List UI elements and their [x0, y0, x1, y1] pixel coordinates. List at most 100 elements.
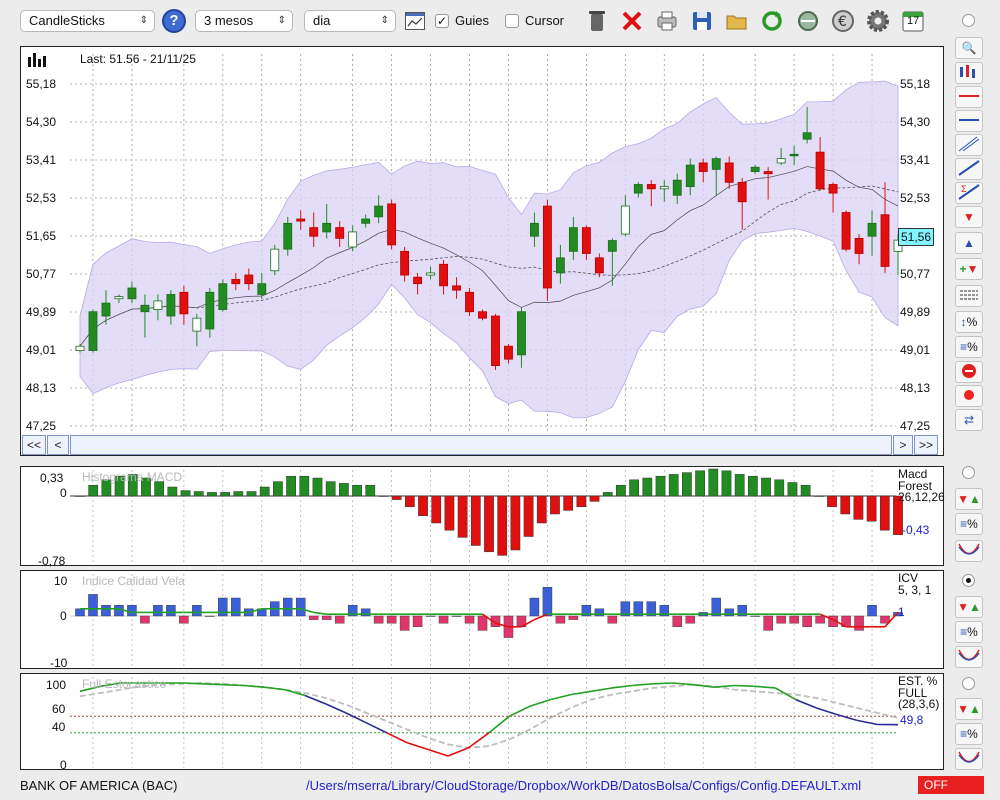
calendar-icon[interactable]: 17: [900, 8, 926, 34]
stoch-params: (28,3,6): [898, 697, 940, 711]
stoch-y-100: 100: [46, 678, 67, 692]
stoch-k-segment: [182, 682, 203, 685]
delete-icon[interactable]: [619, 8, 645, 34]
candle-body: [854, 237, 864, 254]
date-axis-bar[interactable]: [70, 435, 892, 455]
macd-bar: [853, 495, 864, 520]
stoch-k-segment: [406, 741, 428, 751]
icv-percent-icon[interactable]: ≡%: [955, 621, 983, 643]
zoom-icon[interactable]: 🔍: [955, 37, 983, 59]
percent-range-icon[interactable]: ↕%: [955, 311, 983, 333]
printer-icon[interactable]: [654, 8, 680, 34]
chart-type-select[interactable]: CandleSticks ⇕: [20, 10, 155, 32]
stoch-percent-icon[interactable]: ≡%: [955, 723, 983, 745]
macd-bar: [668, 474, 679, 497]
macd-panel-title: Histograma MACD: [82, 470, 183, 484]
macd-curve-icon[interactable]: [955, 540, 983, 562]
guides-checkbox[interactable]: ✓: [435, 14, 449, 28]
icv-bar: [153, 605, 163, 617]
y-tick-left: 54,30: [26, 115, 56, 129]
y-tick-left: 47,25: [26, 419, 56, 433]
chart-window-icon[interactable]: [405, 12, 425, 30]
up-arrow-icon[interactable]: ▲: [955, 232, 983, 254]
guides-label: Guies: [455, 13, 489, 28]
stoch-k-segment: [488, 715, 510, 734]
macd-bar: [484, 495, 494, 553]
macd-bar: [682, 472, 692, 497]
nav-last-button[interactable]: >>: [914, 435, 938, 455]
macd-bar: [391, 495, 402, 500]
macd-signals-icon[interactable]: ▼▲: [955, 488, 983, 510]
candle-body: [166, 294, 176, 317]
record-icon[interactable]: [955, 385, 983, 407]
stoch-panel-radio[interactable]: [962, 677, 975, 690]
grid-lines-icon[interactable]: [955, 285, 983, 307]
macd-bar: [88, 484, 99, 497]
macd-percent-icon[interactable]: ≡%: [955, 513, 983, 535]
save-icon[interactable]: [689, 8, 715, 34]
icv-bar: [451, 615, 462, 617]
candle-body: [646, 184, 656, 190]
add-signals-icon[interactable]: +▼: [955, 258, 983, 280]
horizontal-blue-line-icon[interactable]: [955, 110, 983, 132]
macd-bar: [246, 491, 257, 497]
candle-body: [607, 240, 617, 252]
macd-bar: [404, 495, 415, 508]
icv-bar: [140, 615, 150, 624]
macd-bar: [365, 484, 376, 497]
stoch-curve-icon[interactable]: [955, 748, 983, 770]
candle-body: [543, 205, 552, 289]
candle-body: [127, 287, 137, 300]
candle-type-icon[interactable]: [955, 62, 983, 84]
main-panel-radio[interactable]: [962, 14, 975, 27]
stop-icon[interactable]: [955, 361, 983, 383]
trash-icon[interactable]: [584, 8, 610, 34]
macd-bar: [339, 483, 349, 497]
currency-icon[interactable]: €: [830, 8, 856, 34]
candle-body: [192, 317, 202, 332]
macd-bar: [761, 477, 771, 497]
icv-bar: [607, 615, 618, 624]
stoch-signals-icon[interactable]: ▼▲: [955, 698, 983, 720]
icv-signals-icon[interactable]: ▼▲: [955, 596, 983, 618]
macd-bar: [457, 495, 468, 538]
icv-bar: [127, 605, 137, 617]
refresh-icon[interactable]: [759, 8, 785, 34]
interval-select[interactable]: dia ⇕: [304, 10, 396, 32]
cursor-checkbox[interactable]: [505, 14, 519, 28]
nav-first-button[interactable]: <<: [22, 435, 46, 455]
config-path[interactable]: /Users/mserra/Library/CloudStorage/Dropb…: [306, 778, 861, 793]
icv-bar: [308, 615, 319, 620]
channel-icon[interactable]: [955, 134, 983, 156]
nav-prev-button[interactable]: <: [47, 435, 69, 455]
candle-body: [75, 345, 85, 351]
open-folder-icon[interactable]: [724, 8, 750, 34]
down-arrow-icon[interactable]: ▼: [955, 206, 983, 228]
select-arrow-icon: ⇕: [380, 15, 389, 26]
macd-bar: [774, 479, 785, 497]
stoch-k-segment: [754, 685, 776, 689]
nav-next-button[interactable]: >: [893, 435, 913, 455]
help-icon[interactable]: ?: [162, 9, 186, 33]
trendline-icon[interactable]: [955, 158, 983, 180]
percent-lines-icon[interactable]: ≡%: [955, 336, 983, 358]
candle-body: [517, 311, 526, 356]
macd-bar: [470, 495, 481, 546]
bollinger-band: [79, 80, 899, 419]
candlestick-chart[interactable]: 55,18 55,18 54,30 54,30 53,41 53,41 52,53 52,53…: [20, 46, 944, 456]
stoch-y-40: 40: [52, 720, 66, 734]
macd-panel-radio[interactable]: [962, 466, 975, 479]
icv-panel-radio[interactable]: [962, 574, 975, 587]
horizontal-red-line-icon[interactable]: [955, 86, 983, 108]
icv-curve-icon[interactable]: [955, 646, 983, 668]
globe-sync-icon[interactable]: [795, 8, 821, 34]
status-off-badge[interactable]: OFF: [918, 776, 984, 794]
swap-icon[interactable]: ⇄: [955, 409, 983, 431]
candle-body: [841, 212, 851, 250]
icv-bar: [425, 615, 436, 617]
icv-bar: [75, 608, 85, 617]
icv-bar: [179, 615, 189, 624]
gear-icon[interactable]: [865, 8, 891, 34]
fibonacci-icon[interactable]: Σ: [955, 182, 983, 204]
period-select[interactable]: 3 mesos ⇕: [195, 10, 293, 32]
